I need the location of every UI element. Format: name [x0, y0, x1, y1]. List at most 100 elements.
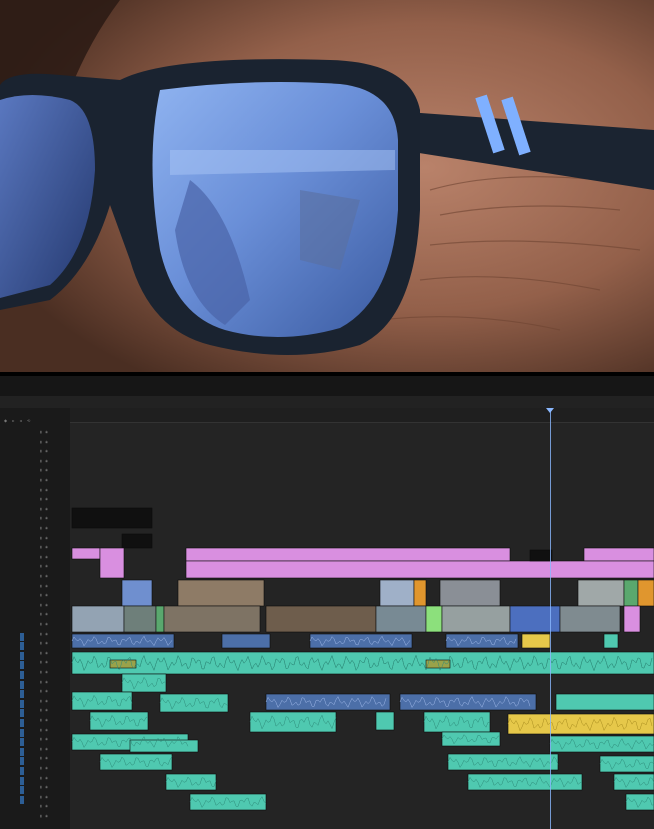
- track-toggle-icons[interactable]: ▮ ◉: [40, 670, 49, 674]
- track-toggle-icons[interactable]: ▮ ◉: [40, 641, 49, 645]
- track-target[interactable]: [20, 719, 24, 727]
- track-header-row[interactable]: ▮ ◉: [0, 449, 70, 458]
- track-header-row[interactable]: ▮ ◉: [0, 545, 70, 554]
- title-clip[interactable]: [121, 533, 153, 549]
- audio-clip[interactable]: [121, 673, 167, 693]
- track-target[interactable]: [20, 767, 24, 775]
- title-clip[interactable]: [71, 507, 153, 529]
- track-toggle-icons[interactable]: ▮ ◉: [40, 488, 49, 492]
- audio-clip[interactable]: [221, 633, 271, 649]
- track-toggle-icons[interactable]: ▮ ◉: [40, 728, 49, 732]
- video-clip[interactable]: [413, 579, 427, 607]
- track-toggle-icons[interactable]: ▮ ◉: [40, 545, 49, 549]
- track-header-row[interactable]: ▮ ◉: [0, 689, 70, 699]
- video-clip[interactable]: [123, 605, 157, 633]
- timeline-tracks[interactable]: [70, 422, 654, 829]
- audio-clip[interactable]: [555, 693, 654, 711]
- track-target[interactable]: [20, 747, 24, 756]
- track-header-row[interactable]: ▮ ◉: [0, 612, 70, 621]
- audio-clip[interactable]: [99, 753, 173, 771]
- playhead[interactable]: [550, 408, 551, 829]
- track-header-row[interactable]: ▮ ◉: [0, 641, 70, 651]
- video-clip[interactable]: [439, 579, 501, 607]
- track-target[interactable]: [20, 699, 24, 708]
- track-header-row[interactable]: ▮ ◉: [0, 804, 70, 813]
- track-toggle-icons[interactable]: ▮ ◉: [40, 507, 49, 511]
- track-header-row[interactable]: ▮ ◉: [0, 593, 70, 602]
- track-toggle-icons[interactable]: ▮ ◉: [40, 593, 49, 597]
- track-target[interactable]: [20, 728, 24, 737]
- video-clip[interactable]: [163, 605, 261, 633]
- track-header-row[interactable]: ▮ ◉: [0, 708, 70, 718]
- track-target[interactable]: [20, 632, 24, 641]
- time-ruler[interactable]: [70, 408, 654, 423]
- track-header-row[interactable]: ▮ ◉: [0, 756, 70, 766]
- track-toggle-icons[interactable]: ▮ ◉: [40, 564, 49, 568]
- video-clip[interactable]: [559, 605, 621, 633]
- track-header-row[interactable]: ▮ ◉: [0, 699, 70, 708]
- track-toggle-icons[interactable]: ▮ ◉: [40, 612, 49, 616]
- track-toggle-icons[interactable]: ▮ ◉: [40, 804, 49, 808]
- video-clip[interactable]: [375, 605, 427, 633]
- track-header-row[interactable]: ▮ ◉: [0, 795, 70, 804]
- audio-clip[interactable]: [375, 711, 395, 731]
- track-toggle-icons[interactable]: ▮ ◉: [40, 776, 49, 780]
- track-header-row[interactable]: ▮ ◉: [0, 516, 70, 525]
- track-target[interactable]: [20, 690, 24, 699]
- track-header-row[interactable]: ▮ ◉: [0, 536, 70, 545]
- audio-clip[interactable]: [599, 755, 654, 773]
- track-target[interactable]: [20, 642, 24, 651]
- track-toggle-icons[interactable]: ▮ ◉: [40, 689, 49, 693]
- track-toggle-icons[interactable]: ▮ ◉: [40, 478, 49, 482]
- track-toggle-icons[interactable]: ▮ ◉: [40, 603, 49, 607]
- track-toggle-icons[interactable]: ▮ ◉: [40, 497, 49, 501]
- video-clip[interactable]: [71, 605, 125, 633]
- track-toggle-icons[interactable]: ▮ ◉: [40, 440, 49, 444]
- video-clip[interactable]: [623, 579, 639, 607]
- track-header-row[interactable]: ▮ ◉: [0, 488, 70, 497]
- track-header-row[interactable]: ▮ ◉: [0, 526, 70, 535]
- track-toggle-icons[interactable]: ▮ ◉: [40, 516, 49, 520]
- track-header-row[interactable]: ▮ ◉: [0, 632, 70, 641]
- track-target[interactable]: [20, 680, 24, 689]
- audio-clip[interactable]: [467, 773, 583, 791]
- track-target[interactable]: [20, 661, 24, 670]
- track-target[interactable]: [20, 709, 24, 718]
- track-toggle-icons[interactable]: ▮ ◉: [40, 737, 49, 741]
- track-target[interactable]: [20, 795, 24, 804]
- video-clip[interactable]: [577, 579, 625, 607]
- track-header-row[interactable]: ▮ ◉: [0, 814, 70, 823]
- video-clip[interactable]: [583, 547, 654, 562]
- track-header-row[interactable]: ▮ ◉: [0, 497, 70, 506]
- audio-clip[interactable]: [549, 735, 654, 753]
- track-header-row[interactable]: ▮ ◉: [0, 478, 70, 487]
- track-header-row[interactable]: ▮ ◉: [0, 785, 70, 795]
- track-header-row[interactable]: ▮ ◉: [0, 728, 70, 737]
- track-header-row[interactable]: ▮ ◉: [0, 680, 70, 689]
- video-clip[interactable]: [623, 605, 641, 633]
- track-header-row[interactable]: ▮ ◉: [0, 440, 70, 449]
- video-clip[interactable]: [177, 579, 265, 607]
- track-toggle-icons[interactable]: ▮ ◉: [40, 632, 49, 636]
- track-toggle-icons[interactable]: ▮ ◉: [40, 468, 49, 472]
- track-target[interactable]: [20, 757, 24, 766]
- track-toggle-icons[interactable]: ▮ ◉: [40, 660, 49, 664]
- track-header-row[interactable]: ▮ ◉: [0, 670, 70, 679]
- track-toggle-icons[interactable]: ▮ ◉: [40, 699, 49, 703]
- video-clip[interactable]: [265, 605, 377, 633]
- track-toggle-icons[interactable]: ▮ ◉: [40, 622, 49, 626]
- track-header-row[interactable]: ▮ ◉: [0, 430, 70, 439]
- track-toggle-icons[interactable]: ▮ ◉: [40, 785, 49, 789]
- track-toggle-icons[interactable]: ▮ ◉: [40, 708, 49, 712]
- track-toggle-icons[interactable]: ▮ ◉: [40, 555, 49, 559]
- timeline-panel[interactable]: [70, 408, 654, 829]
- track-header-row[interactable]: ▮ ◉: [0, 584, 70, 593]
- audio-clip[interactable]: [189, 793, 267, 811]
- track-header-row[interactable]: ▮ ◉: [0, 622, 70, 631]
- track-toggle-icons[interactable]: ▮ ◉: [40, 795, 49, 799]
- video-clip[interactable]: [121, 579, 153, 607]
- video-clip[interactable]: [509, 605, 561, 633]
- track-target[interactable]: [20, 738, 24, 747]
- track-toggle-icons[interactable]: ▮ ◉: [40, 680, 49, 684]
- track-target[interactable]: [20, 651, 24, 660]
